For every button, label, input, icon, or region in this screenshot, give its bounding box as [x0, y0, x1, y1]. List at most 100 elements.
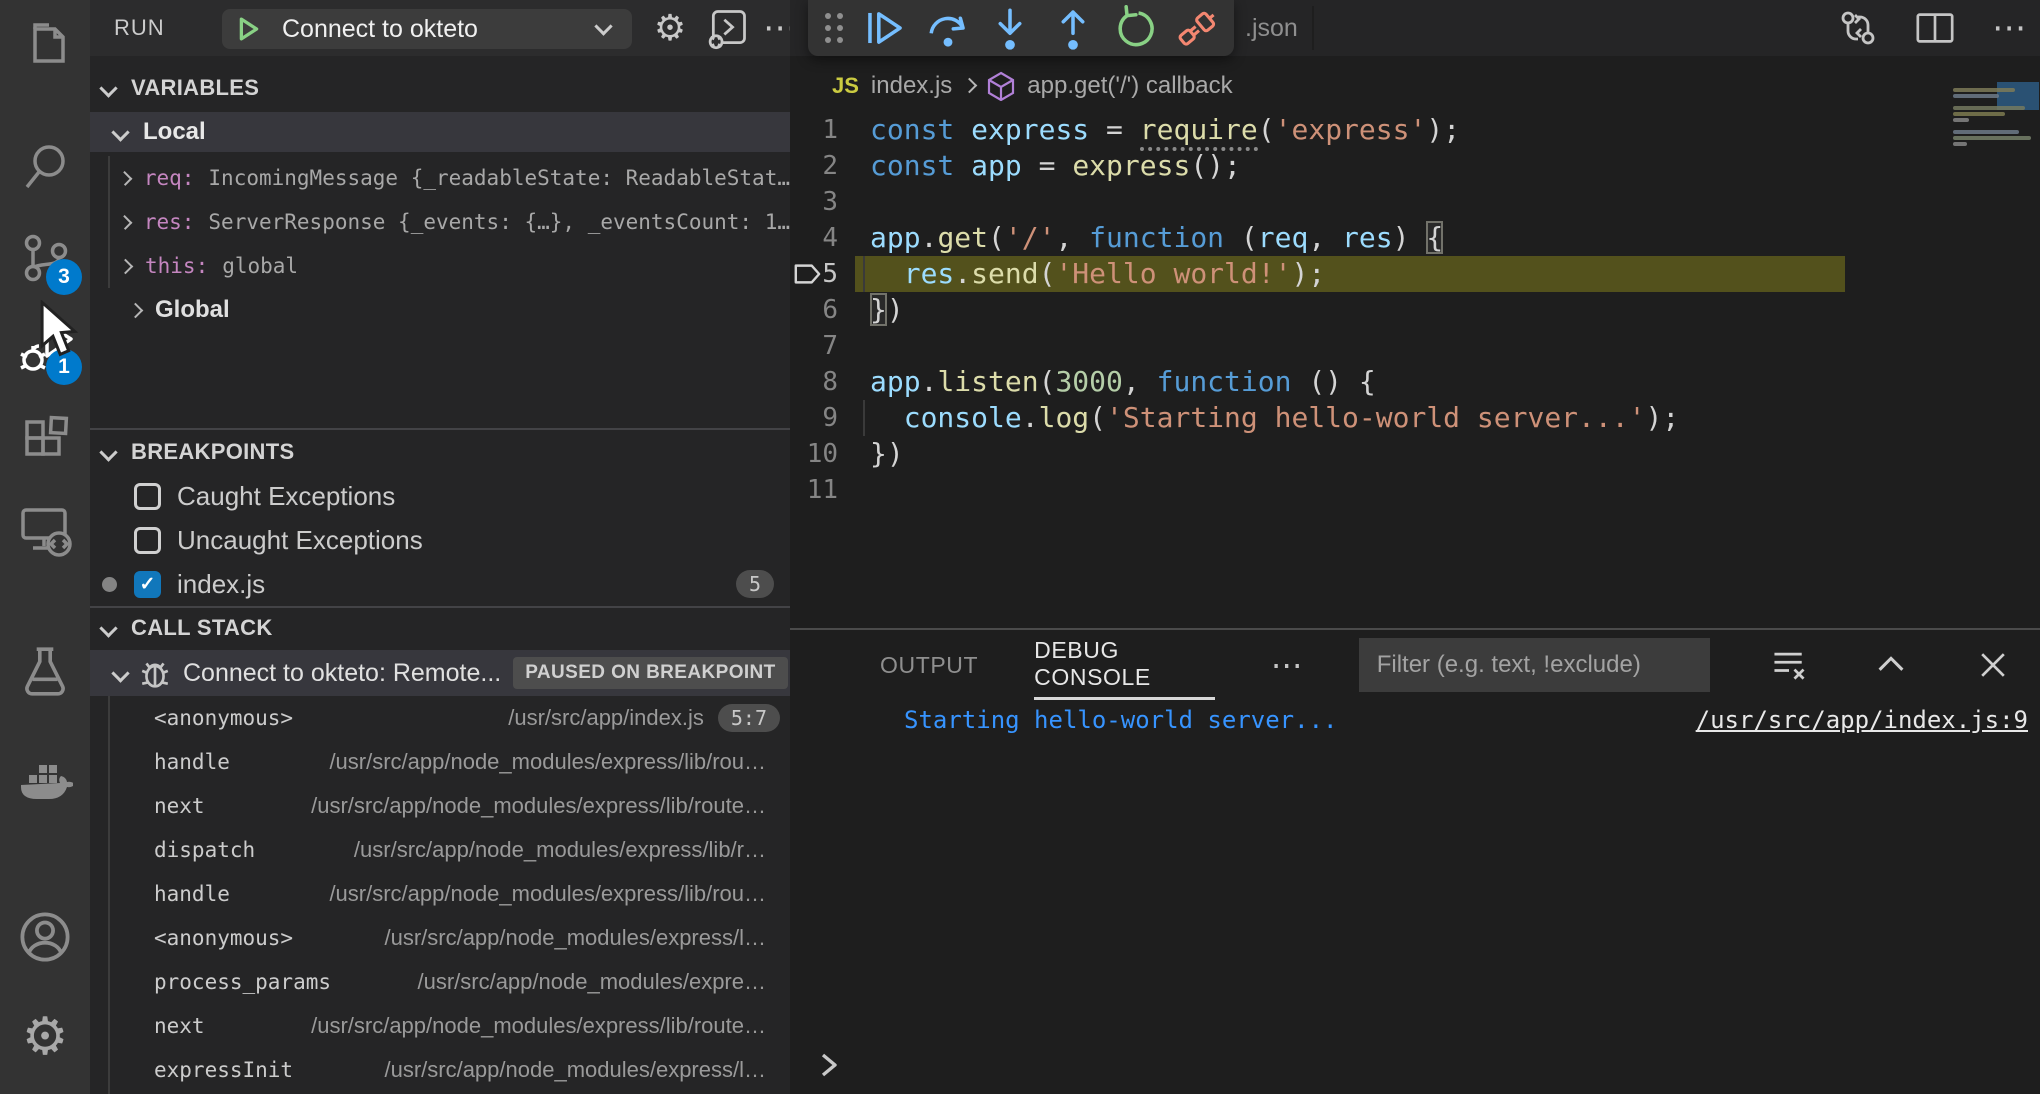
stack-frame-row[interactable]: expressInit/usr/src/app/node_modules/exp… — [90, 1048, 790, 1092]
console-source-link[interactable]: /usr/src/app/index.js:9 — [1696, 706, 2028, 734]
line-number: 8 — [798, 364, 838, 400]
stack-frame-row[interactable]: next/usr/src/app/node_modules/express/li… — [90, 1004, 790, 1048]
variable-row[interactable]: res:ServerResponse {_events: {…}, _event… — [90, 200, 790, 244]
line-number: 4 — [798, 220, 838, 256]
breakpoints-list: Caught Exceptions Uncaught Exceptions✓ind… — [90, 474, 790, 606]
console-log-text: Starting hello-world server... — [904, 706, 1337, 734]
line-number: 11 — [798, 472, 838, 508]
close-panel-icon[interactable] — [1970, 642, 2016, 688]
breakpoint-checkbox[interactable] — [134, 527, 161, 554]
testing-flask-icon[interactable] — [0, 627, 90, 717]
variables-list: req:IncomingMessage {_readableState: Rea… — [90, 156, 790, 288]
debug-session-row[interactable]: Connect to okteto: Remote... PAUSED ON B… — [90, 650, 790, 696]
tab-json[interactable]: .json — [1245, 0, 1298, 56]
tab-debug-console[interactable]: DEBUG CONSOLE — [1034, 630, 1215, 700]
code-text: const app = express(); — [870, 148, 1241, 184]
extensions-icon[interactable] — [0, 395, 90, 485]
symbol-cube-icon — [987, 71, 1015, 101]
stack-frame-row[interactable]: <anonymous>/usr/src/app/node_modules/exp… — [90, 916, 790, 960]
panel-header: OUTPUT DEBUG CONSOLE ⋯ — [790, 630, 2040, 700]
chevron-down-icon — [594, 17, 612, 35]
step-over-icon[interactable] — [922, 2, 974, 54]
maximize-panel-chevron-icon[interactable] — [1868, 642, 1914, 688]
source-control-badge: 3 — [46, 259, 82, 295]
tab-debug-console-label: DEBUG CONSOLE — [1034, 637, 1215, 691]
chevron-right-icon — [118, 171, 133, 186]
code-text: app.get('/', function (req, res) { — [870, 220, 1443, 256]
stack-frame-row[interactable]: dispatch/usr/src/app/node_modules/expres… — [90, 828, 790, 872]
activity-bar: 3 1 — [0, 0, 90, 1094]
console-filter-input[interactable] — [1359, 638, 1710, 692]
line-number: 10 — [798, 436, 838, 472]
toolbar-drag-grip[interactable] — [819, 6, 849, 50]
bug-icon — [139, 657, 171, 689]
explorer-icon[interactable] — [0, 0, 90, 90]
breadcrumb[interactable]: JS index.js app.get('/') callback — [790, 66, 1233, 106]
editor-more-actions-icon[interactable]: ⋯ — [1992, 8, 2026, 48]
source-control-icon[interactable]: 3 — [0, 213, 90, 303]
breadcrumb-symbol[interactable]: app.get('/') callback — [1027, 72, 1232, 100]
stack-frame-row[interactable]: process_params/usr/src/app/node_modules/… — [90, 960, 790, 1004]
console-output-row: Starting hello-world server... /usr/src/… — [790, 706, 2040, 734]
code-text: console.log('Starting hello-world server… — [870, 400, 1679, 436]
stack-frame-row[interactable]: handle/usr/src/app/node_modules/express/… — [90, 872, 790, 916]
variable-row[interactable]: req:IncomingMessage {_readableState: Rea… — [90, 156, 790, 200]
breakpoint-checkbox[interactable] — [134, 483, 161, 510]
scope-global-row[interactable]: Global — [90, 288, 790, 332]
breakpoint-checkbox[interactable]: ✓ — [134, 571, 161, 598]
account-icon[interactable] — [0, 892, 90, 982]
split-editor-icon[interactable] — [1914, 8, 1956, 48]
continue-icon[interactable] — [859, 2, 911, 54]
scope-local-row[interactable]: Local — [90, 112, 790, 152]
code-text: app.listen(3000, function () { — [870, 364, 1376, 400]
breakpoint-label: Caught Exceptions — [177, 481, 395, 512]
minimap[interactable] — [1845, 60, 2040, 580]
session-label: Connect to okteto: Remote... — [183, 659, 501, 688]
stack-frame-row[interactable]: next/usr/src/app/node_modules/express/li… — [90, 784, 790, 828]
open-changes-icon[interactable] — [1838, 8, 1878, 48]
debug-settings-gear-icon[interactable]: ⚙ — [646, 0, 694, 56]
restart-icon[interactable] — [1109, 2, 1161, 54]
breakpoint-row[interactable]: Uncaught Exceptions — [90, 518, 790, 562]
debug-repl-prompt[interactable] — [812, 1048, 846, 1082]
chevron-down-icon — [99, 443, 117, 461]
variable-value: IncomingMessage {_readableState: Readabl… — [208, 166, 790, 190]
variable-name: this: — [145, 254, 208, 278]
breadcrumb-file[interactable]: index.js — [871, 72, 952, 100]
vscode-window: 3 1 — [0, 0, 2040, 1094]
stack-frame-row[interactable]: <anonymous>/usr/src/app/index.js5:7 — [90, 696, 790, 740]
step-out-icon[interactable] — [1047, 2, 1099, 54]
paused-on-breakpoint-badge: PAUSED ON BREAKPOINT — [513, 657, 787, 689]
variables-section-header[interactable]: VARIABLES — [90, 70, 790, 106]
docker-icon[interactable] — [0, 732, 90, 822]
step-into-icon[interactable] — [984, 2, 1036, 54]
code-text: const express = require('express'); — [870, 112, 1460, 148]
tab-output-label: OUTPUT — [880, 652, 978, 679]
remote-explorer-icon[interactable] — [0, 485, 90, 575]
frame-path: /usr/src/app/node_modules/express/lib/r… — [269, 837, 766, 863]
frame-path: /usr/src/app/node_modules/express/lib/ro… — [244, 881, 766, 907]
tab-output[interactable]: OUTPUT — [880, 630, 978, 700]
sidebar-more-actions-icon[interactable]: ⋯ — [756, 0, 790, 56]
settings-gear-icon[interactable]: ⚙ — [0, 992, 90, 1082]
debug-console-panel-icon[interactable] — [704, 0, 752, 56]
breakpoint-row[interactable]: Caught Exceptions — [90, 474, 790, 518]
chevron-right-icon — [128, 302, 144, 318]
bottom-panel: OUTPUT DEBUG CONSOLE ⋯ — [790, 628, 2040, 1094]
disconnect-icon[interactable] — [1172, 2, 1224, 54]
clear-console-icon[interactable] — [1766, 642, 1812, 688]
frame-name: next — [154, 794, 205, 818]
search-icon[interactable] — [0, 122, 90, 212]
breakpoints-section-header[interactable]: BREAKPOINTS — [90, 434, 790, 470]
scope-global-label: Global — [155, 296, 230, 324]
stack-frame-row[interactable]: handle/usr/src/app/node_modules/express/… — [90, 740, 790, 784]
launch-config-label: Connect to okteto — [282, 15, 478, 44]
breakpoint-row[interactable]: ✓index.js5 — [90, 562, 790, 606]
frame-name: next — [154, 1014, 205, 1038]
call-stack-section-header[interactable]: CALL STACK — [90, 610, 790, 646]
launch-config-dropdown[interactable]: Connect to okteto — [222, 9, 632, 49]
variable-row[interactable]: this:global — [90, 244, 790, 288]
line-number: 1 — [798, 112, 838, 148]
panel-more-tabs-icon[interactable]: ⋯ — [1271, 646, 1303, 684]
editor-group: .json ⋯ — [790, 0, 2040, 628]
